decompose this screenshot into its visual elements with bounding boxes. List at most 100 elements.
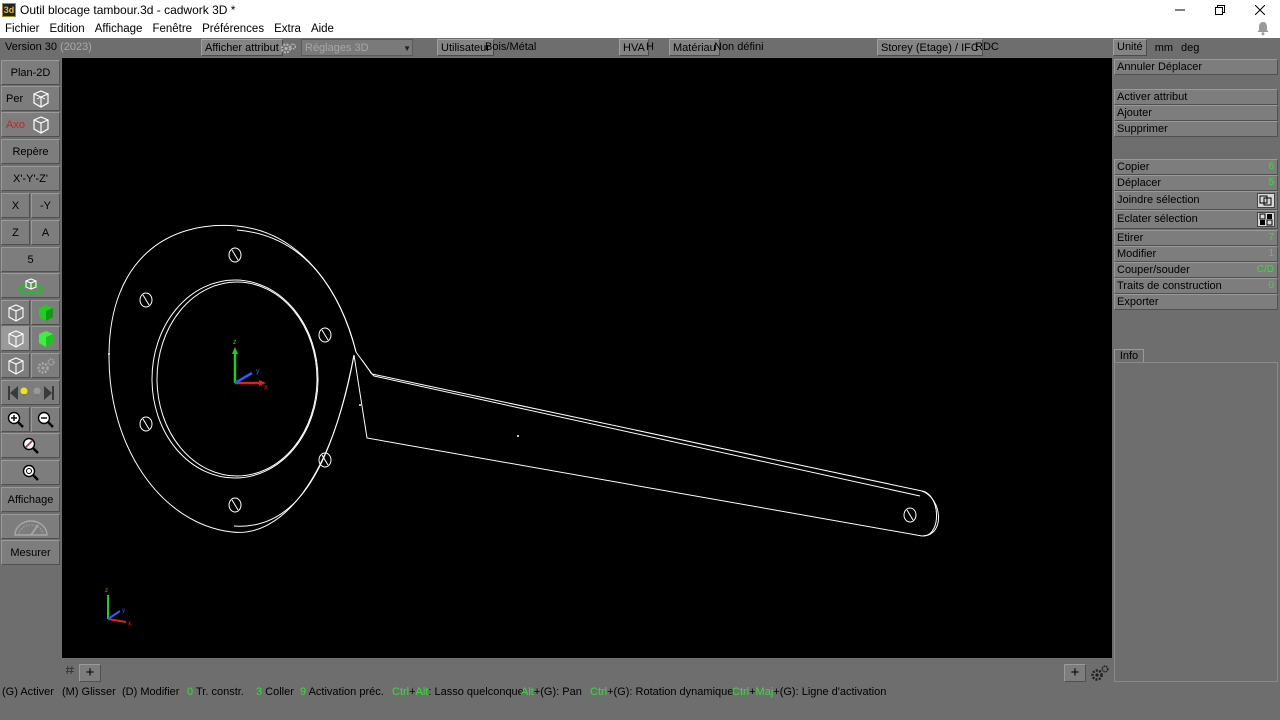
deplacer-shortcut: 5: [1268, 177, 1274, 188]
view-5-button[interactable]: 5: [1, 247, 60, 272]
mesurer-button[interactable]: Mesurer: [1, 540, 60, 565]
perspective-button[interactable]: Per: [1, 86, 60, 111]
zoom-out-button[interactable]: [31, 407, 60, 432]
hidden-lines-button[interactable]: [1, 326, 30, 351]
restore-button[interactable]: [1200, 0, 1240, 20]
storey-button[interactable]: Storey (Etage) / IFC: [877, 39, 983, 56]
add-view-right-button[interactable]: +: [1064, 664, 1086, 682]
materiau-button[interactable]: Matériau: [669, 39, 720, 56]
measure-gauge-button[interactable]: [1, 514, 60, 539]
copier-button[interactable]: Copier 6: [1114, 159, 1278, 175]
unit-length[interactable]: mm: [1151, 42, 1177, 54]
view-neg-y-button[interactable]: -Y: [31, 193, 60, 218]
light-bulb-icon: [7, 385, 54, 400]
hva-button[interactable]: HVA: [619, 39, 649, 56]
ring-inner-edge: [156, 281, 318, 477]
couper-label: Couper/souder: [1117, 264, 1190, 276]
shaded-view-button[interactable]: [31, 326, 60, 351]
view-z-button[interactable]: Z: [1, 220, 30, 245]
viewport-bottom-strip: + +: [62, 658, 1112, 684]
minimize-button[interactable]: [1160, 0, 1200, 20]
status-rotation: Ctrl+(G): Rotation dynamique: [590, 686, 734, 698]
materiau-value: Non défini: [714, 41, 764, 53]
view-x-button[interactable]: X: [1, 193, 30, 218]
corner-axis-x-label: x: [128, 621, 131, 627]
display-cube-button[interactable]: [1, 353, 30, 378]
3d-viewport[interactable]: z x y z x y: [62, 58, 1112, 658]
zoom-window-button[interactable]: [1, 433, 60, 458]
annuler-deplacer-button[interactable]: Annuler Déplacer: [1114, 59, 1278, 75]
explode-selection-icon: [1257, 212, 1275, 227]
drawing-canvas[interactable]: z x y z x y: [62, 58, 1112, 658]
perspective-cube-icon: [33, 90, 49, 108]
activer-attribut-button[interactable]: Activer attribut: [1114, 89, 1278, 105]
copier-label: Copier: [1117, 161, 1150, 173]
settings-gear-icon: [36, 357, 55, 374]
ring-lower-edge: [233, 354, 355, 527]
menu-aide[interactable]: Aide: [306, 23, 339, 35]
xyz-negative-button[interactable]: X'-Y'-Z': [1, 166, 60, 191]
unit-angle[interactable]: deg: [1177, 42, 1203, 54]
status-glisser: (M) Glisser: [62, 686, 116, 698]
eclater-selection-button[interactable]: Eclater sélection: [1114, 210, 1278, 229]
green-cube-icon: [38, 304, 53, 321]
status-ligne-activation: Ctrl+Maj+(G): Ligne d'activation: [732, 686, 887, 698]
menu-extra[interactable]: Extra: [269, 23, 306, 35]
reglages-3d-dropdown[interactable]: Réglages 3D ▼: [301, 39, 413, 56]
info-panel: [1114, 362, 1278, 682]
zoom-all-icon: [22, 464, 39, 481]
wireframe-button[interactable]: [1, 300, 30, 325]
bolt-holes: [139, 247, 917, 523]
title-bar: 3d Outil blocage tambour.3d - cadwork 3D…: [0, 0, 1280, 20]
zoom-all-button[interactable]: [1, 460, 60, 485]
menu-fichier[interactable]: Fichier: [0, 23, 45, 35]
traits-construction-button[interactable]: Traits de construction 0: [1114, 278, 1278, 294]
handle-end-cap: [921, 490, 937, 537]
cadwork-app-icon: 3d: [2, 3, 16, 17]
rotate-cube-icon: [17, 277, 44, 294]
zoom-window-icon: [22, 437, 39, 454]
etirer-shortcut: 7: [1268, 232, 1274, 243]
deplacer-button[interactable]: Déplacer 5: [1114, 175, 1278, 191]
menu-preferences[interactable]: Préférences: [197, 23, 269, 35]
couper-shortcut: C/D: [1256, 264, 1274, 275]
rotate-view-button[interactable]: [1, 273, 60, 298]
supprimer-button[interactable]: Supprimer: [1114, 121, 1278, 137]
etirer-button[interactable]: Etirer 7: [1114, 230, 1278, 246]
modifier-button[interactable]: Modifier 1: [1114, 246, 1278, 262]
center-axis-gizmo: z x y: [232, 339, 268, 391]
joindre-selection-button[interactable]: Joindre sélection: [1114, 191, 1278, 210]
menu-affichage[interactable]: Affichage: [90, 23, 148, 35]
close-icon: [1255, 5, 1265, 15]
light-toggle-button[interactable]: [1, 380, 60, 405]
status-bar: (G) Activer (M) Glisser (D) Modifier 0 T…: [0, 684, 1280, 702]
afficher-attribut-button[interactable]: Afficher attribut: [201, 39, 283, 56]
units-row: Unité mm deg: [1112, 38, 1280, 57]
info-tab[interactable]: Info: [1114, 349, 1144, 363]
menu-edition[interactable]: Edition: [45, 23, 90, 35]
repere-button[interactable]: Repère: [1, 139, 60, 164]
tab-hash-icon: [66, 666, 74, 674]
left-toolbar: Plan-2D Per Axo Repère X'-Y'-Z' X -Y Z A…: [0, 58, 62, 670]
close-button[interactable]: [1240, 0, 1280, 20]
menu-fenetre[interactable]: Fenêtre: [147, 23, 197, 35]
notification-bell-icon[interactable]: [1256, 21, 1270, 36]
display-settings-button[interactable]: [31, 353, 60, 378]
add-view-left-button[interactable]: +: [79, 664, 101, 682]
affichage-button[interactable]: Affichage: [1, 487, 60, 512]
unite-button[interactable]: Unité: [1113, 39, 1147, 56]
plan-2d-button[interactable]: Plan-2D: [1, 60, 60, 85]
couper-souder-button[interactable]: Couper/souder C/D: [1114, 262, 1278, 278]
exporter-button[interactable]: Exporter: [1114, 294, 1278, 310]
handle-outline: [353, 351, 939, 537]
zoom-in-button[interactable]: [1, 407, 30, 432]
zoom-out-icon: [37, 411, 54, 428]
ajouter-button[interactable]: Ajouter: [1114, 105, 1278, 121]
status-modifier: (D) Modifier: [122, 686, 180, 698]
gear-icon[interactable]: [279, 40, 297, 57]
axo-label: Axo: [6, 118, 25, 131]
view-a-button[interactable]: A: [31, 220, 60, 245]
view-settings-gear-icon[interactable]: [1089, 664, 1111, 682]
solid-view-button[interactable]: [31, 300, 60, 325]
axonometric-button[interactable]: Axo: [1, 112, 60, 137]
